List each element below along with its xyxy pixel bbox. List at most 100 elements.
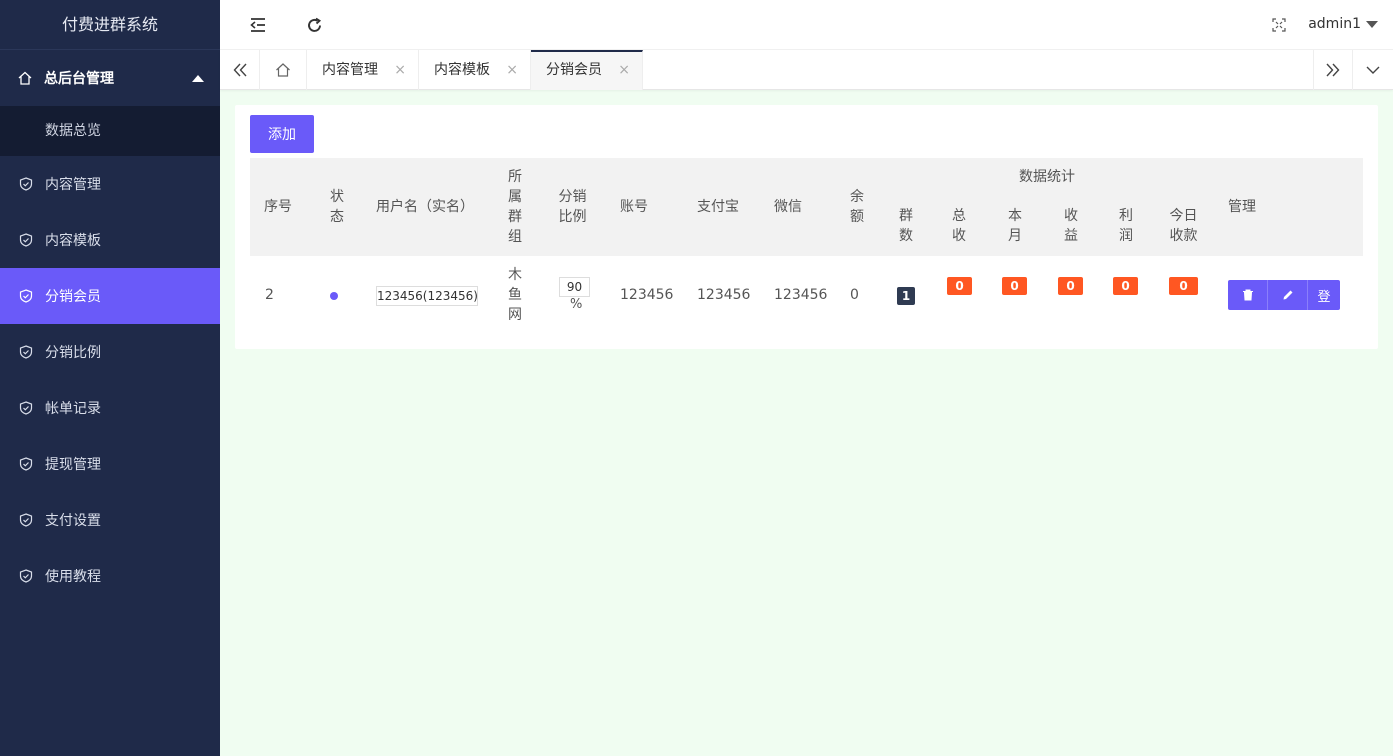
tab-options-button[interactable]: [1353, 50, 1393, 90]
th-profit: 利润: [1119, 208, 1133, 244]
caret-up-icon: [192, 74, 204, 82]
home-icon: [18, 71, 32, 85]
shield-check-icon: [19, 401, 33, 415]
double-chevron-right-icon: [1326, 63, 1340, 77]
tab-scroll-right-button[interactable]: [1313, 50, 1353, 90]
th-group: 所属群组: [508, 169, 522, 245]
sidebar-item-content[interactable]: 内容管理: [0, 156, 220, 212]
username: admin1: [1308, 16, 1361, 32]
sidebar-item-label: 内容管理: [45, 177, 101, 193]
sidebar-group-label: 总后台管理: [44, 71, 114, 87]
status-dot: [330, 292, 338, 300]
shield-check-icon: [19, 233, 33, 247]
cell-index: 2: [265, 287, 274, 303]
badge-groups: 1: [897, 287, 915, 305]
badge-earnings: 0: [1058, 277, 1083, 295]
menu-fold-icon: [250, 18, 265, 32]
cell-group: 木鱼网: [508, 267, 522, 323]
sidebar-item-label: 分销比例: [45, 345, 101, 361]
username-field[interactable]: 123456(123456): [376, 286, 478, 306]
tab-template[interactable]: 内容模板 ×: [419, 50, 531, 90]
th-earnings: 收益: [1064, 208, 1078, 244]
badge-profit: 0: [1113, 277, 1138, 295]
sidebar-item-label: 支付设置: [45, 513, 101, 529]
th-alipay: 支付宝: [697, 199, 739, 215]
close-icon[interactable]: ×: [506, 50, 518, 90]
tab-bar: 内容管理 × 内容模板 × 分销会员 ×: [220, 50, 1393, 90]
sidebar-item-label: 帐单记录: [45, 401, 101, 417]
tab-home[interactable]: [260, 50, 307, 90]
tab-members[interactable]: 分销会员 ×: [531, 50, 643, 90]
cell-account: 123456: [620, 287, 674, 303]
th-total: 总收: [952, 208, 966, 244]
collapse-menu-button[interactable]: [247, 14, 269, 36]
sidebar-item-label: 内容模板: [45, 233, 101, 249]
th-ratio: 分销比例: [558, 189, 587, 225]
tab-label: 分销会员: [546, 62, 602, 78]
shield-check-icon: [19, 345, 33, 359]
tab-scroll-left-button[interactable]: [220, 50, 260, 90]
sidebar-item-label: 提现管理: [45, 457, 101, 473]
sidebar-item-tutorial[interactable]: 使用教程: [0, 548, 220, 604]
cell-balance: 0: [850, 287, 859, 303]
refresh-icon: [307, 17, 321, 32]
content-card: 添加 序号 状态 用户名（实名） 所属群组 分销比例 账号 支付宝 微信 余额 …: [235, 105, 1378, 349]
ratio-field[interactable]: 90: [559, 277, 590, 297]
trash-icon: [1242, 289, 1253, 301]
shield-check-icon: [19, 289, 33, 303]
tab-content[interactable]: 内容管理 ×: [307, 50, 419, 90]
th-stats: 数据统计: [1019, 169, 1075, 185]
sidebar-item-overview[interactable]: 数据总览: [0, 106, 220, 156]
add-button[interactable]: 添加: [250, 115, 314, 153]
sidebar-item-members[interactable]: 分销会员: [0, 268, 220, 324]
shield-check-icon: [19, 177, 33, 191]
cell-wechat: 123456: [774, 287, 828, 303]
th-index: 序号: [264, 199, 292, 215]
sidebar-item-label: 分销会员: [45, 289, 101, 305]
th-status: 状态: [330, 189, 344, 225]
th-month: 本月: [1008, 208, 1022, 244]
sidebar-item-ratio[interactable]: 分销比例: [0, 324, 220, 380]
sidebar-group-admin[interactable]: 总后台管理: [0, 50, 220, 106]
th-account: 账号: [620, 199, 648, 215]
fullscreen-icon: [1272, 18, 1286, 32]
sidebar-item-bills[interactable]: 帐单记录: [0, 380, 220, 436]
sidebar-item-template[interactable]: 内容模板: [0, 212, 220, 268]
sidebar-item-withdraw[interactable]: 提现管理: [0, 436, 220, 492]
pencil-icon: [1283, 290, 1292, 300]
row-actions: 登: [1228, 280, 1340, 310]
badge-month: 0: [1002, 277, 1027, 295]
th-manage: 管理: [1228, 199, 1256, 215]
tab-label: 内容管理: [322, 62, 378, 78]
th-today: 今日收款: [1169, 208, 1198, 244]
tab-label: 内容模板: [434, 62, 490, 78]
badge-today: 0: [1169, 277, 1198, 295]
close-icon[interactable]: ×: [394, 50, 406, 90]
cell-alipay: 123456: [697, 287, 751, 303]
sidebar: 付费进群系统 总后台管理 数据总览 内容管理 内容模板 分销会员 分销比例 帐单…: [0, 0, 220, 756]
refresh-button[interactable]: [303, 14, 325, 36]
th-wechat: 微信: [774, 199, 802, 215]
app-title: 付费进群系统: [0, 0, 220, 50]
shield-check-icon: [19, 513, 33, 527]
home-icon: [276, 63, 290, 77]
fullscreen-button[interactable]: [1268, 14, 1290, 36]
user-menu[interactable]: admin1: [1308, 16, 1378, 32]
close-icon[interactable]: ×: [618, 52, 630, 88]
top-header: admin1: [220, 0, 1393, 50]
shield-check-icon: [19, 457, 33, 471]
th-balance: 余额: [850, 189, 864, 225]
login-button[interactable]: 登: [1308, 280, 1340, 310]
sidebar-item-label: 使用教程: [45, 569, 101, 585]
edit-button[interactable]: [1268, 280, 1308, 310]
ratio-unit: %: [570, 297, 583, 312]
caret-down-icon: [1366, 20, 1378, 28]
shield-check-icon: [19, 569, 33, 583]
double-chevron-left-icon: [233, 63, 247, 77]
th-groups: 群数: [899, 208, 913, 244]
sidebar-item-payment[interactable]: 支付设置: [0, 492, 220, 548]
th-username: 用户名（实名）: [376, 199, 474, 215]
chevron-down-icon: [1366, 66, 1380, 74]
badge-total: 0: [947, 277, 972, 295]
delete-button[interactable]: [1228, 280, 1268, 310]
